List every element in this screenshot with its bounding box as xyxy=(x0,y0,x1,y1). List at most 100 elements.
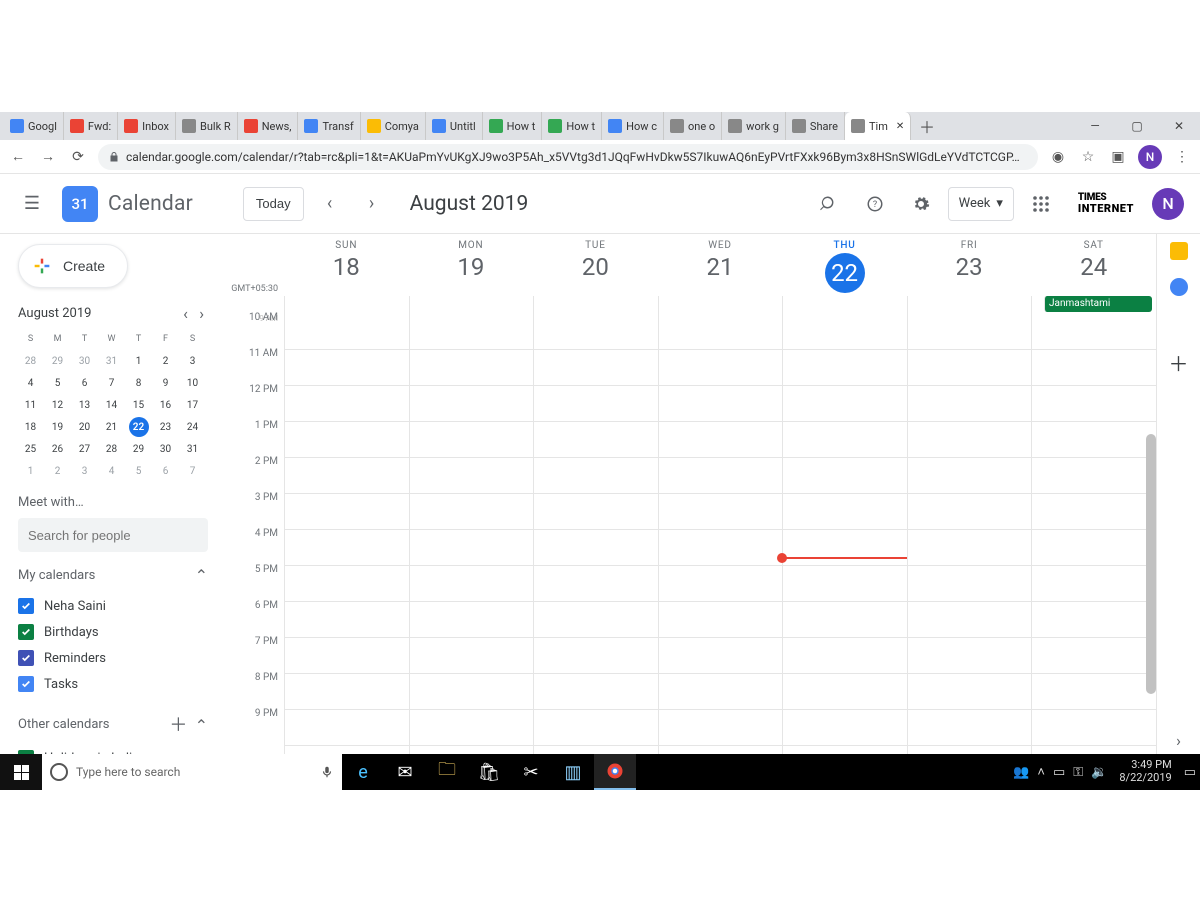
tray-battery-icon[interactable]: ▭ xyxy=(1053,765,1065,780)
tab-close-icon[interactable]: ✕ xyxy=(896,121,904,132)
next-period-button[interactable]: › xyxy=(356,188,388,220)
tray-people-icon[interactable]: 👥 xyxy=(1013,765,1029,780)
tray-volume-icon[interactable]: 🔉 xyxy=(1091,765,1107,780)
browser-tab[interactable]: How t xyxy=(542,112,602,140)
start-button[interactable] xyxy=(0,754,42,790)
mini-day-cell[interactable]: 3 xyxy=(183,351,203,371)
window-maximize-button[interactable]: ▢ xyxy=(1116,112,1158,140)
mini-day-cell[interactable]: 9 xyxy=(156,373,176,393)
browser-tab[interactable]: Bulk R xyxy=(176,112,238,140)
mini-day-cell[interactable]: 19 xyxy=(48,417,68,437)
mini-day-cell[interactable]: 7 xyxy=(102,373,122,393)
browser-tab[interactable]: News, xyxy=(238,112,299,140)
mini-day-cell[interactable]: 17 xyxy=(183,395,203,415)
mini-day-cell[interactable]: 29 xyxy=(48,351,68,371)
mini-day-cell[interactable]: 29 xyxy=(129,439,149,459)
mini-day-cell[interactable]: 20 xyxy=(75,417,95,437)
keep-icon[interactable] xyxy=(1170,242,1188,260)
search-icon[interactable] xyxy=(810,185,848,223)
mini-day-cell[interactable]: 2 xyxy=(156,351,176,371)
calendar-checkbox[interactable] xyxy=(18,624,34,640)
browser-tab[interactable]: Share xyxy=(786,112,845,140)
tray-notifications-icon[interactable]: ▭ xyxy=(1184,765,1196,780)
mini-day-cell[interactable]: 26 xyxy=(48,439,68,459)
day-header[interactable]: SAT24 xyxy=(1031,234,1156,296)
mini-day-cell[interactable]: 6 xyxy=(75,373,95,393)
calendar-checkbox[interactable] xyxy=(18,598,34,614)
day-header[interactable]: WED21 xyxy=(658,234,783,296)
mini-day-cell[interactable]: 28 xyxy=(21,351,41,371)
day-header[interactable]: TUE20 xyxy=(533,234,658,296)
mini-prev-month-button[interactable]: ‹ xyxy=(179,304,192,323)
my-calendars-collapse-button[interactable]: ⌃ xyxy=(195,566,208,585)
view-selector[interactable]: Week ▾ xyxy=(948,187,1014,221)
browser-url-field[interactable]: calendar.google.com/calendar/r?tab=rc&pl… xyxy=(98,144,1038,170)
scrollbar[interactable] xyxy=(1146,434,1156,694)
mini-day-cell[interactable]: 12 xyxy=(48,395,68,415)
mini-day-cell[interactable]: 11 xyxy=(21,395,41,415)
browser-tab[interactable]: How t xyxy=(483,112,543,140)
addons-plus-button[interactable]: ＋ xyxy=(1169,352,1189,372)
grid-body[interactable] xyxy=(284,314,1156,754)
search-people-input[interactable] xyxy=(18,518,208,552)
calendar-checkbox[interactable] xyxy=(18,676,34,692)
browser-tab[interactable]: Comya xyxy=(361,112,426,140)
mini-day-cell[interactable]: 31 xyxy=(102,351,122,371)
window-close-button[interactable]: ✕ xyxy=(1158,112,1200,140)
calendar-list-item[interactable]: Holidays in India xyxy=(18,745,208,754)
mini-day-cell[interactable]: 24 xyxy=(183,417,203,437)
mini-next-month-button[interactable]: › xyxy=(195,304,208,323)
mini-day-cell[interactable]: 30 xyxy=(75,351,95,371)
taskbar-store-icon[interactable]: 🛍 xyxy=(468,754,510,790)
settings-gear-icon[interactable] xyxy=(902,185,940,223)
mic-icon[interactable] xyxy=(320,765,334,779)
day-header[interactable]: THU22 xyxy=(782,234,907,296)
mini-day-cell[interactable]: 4 xyxy=(21,373,41,393)
day-header[interactable]: SUN18 xyxy=(284,234,409,296)
tray-clock[interactable]: 3:49 PM 8/22/2019 xyxy=(1115,759,1175,784)
browser-tab[interactable]: How c xyxy=(602,112,664,140)
account-avatar[interactable]: N xyxy=(1152,188,1184,220)
mini-day-cell[interactable]: 8 xyxy=(129,373,149,393)
side-panel-toggle[interactable]: › xyxy=(1176,731,1181,750)
mini-day-cell[interactable]: 6 xyxy=(156,461,176,481)
browser-tab[interactable]: Inbox xyxy=(118,112,176,140)
prev-period-button[interactable]: ‹ xyxy=(314,188,346,220)
mini-day-cell[interactable]: 27 xyxy=(75,439,95,459)
google-apps-icon[interactable] xyxy=(1022,185,1060,223)
day-header[interactable]: MON19 xyxy=(409,234,534,296)
calendar-list-item[interactable]: Birthdays xyxy=(18,619,208,645)
mini-day-cell[interactable]: 1 xyxy=(21,461,41,481)
mini-day-cell[interactable]: 1 xyxy=(129,351,149,371)
browser-eye-icon[interactable]: ◉ xyxy=(1048,147,1068,167)
calendar-list-item[interactable]: Reminders xyxy=(18,645,208,671)
mini-day-cell[interactable]: 28 xyxy=(102,439,122,459)
browser-tab[interactable]: work g xyxy=(722,112,786,140)
mini-day-cell[interactable]: 4 xyxy=(102,461,122,481)
mini-day-cell[interactable]: 30 xyxy=(156,439,176,459)
mini-day-cell[interactable]: 3 xyxy=(75,461,95,481)
taskbar-search-input[interactable]: Type here to search xyxy=(42,754,342,790)
new-tab-button[interactable]: ＋ xyxy=(911,112,943,140)
browser-back-button[interactable]: ← xyxy=(8,147,28,167)
taskbar-notepad-icon[interactable]: ▥ xyxy=(552,754,594,790)
create-button[interactable]: Create xyxy=(18,244,128,288)
browser-tab[interactable]: Untitl xyxy=(426,112,483,140)
day-header[interactable]: FRI23 xyxy=(907,234,1032,296)
other-calendars-collapse-button[interactable]: ⌃ xyxy=(195,716,208,735)
mini-day-cell[interactable]: 23 xyxy=(156,417,176,437)
window-minimize-button[interactable]: — xyxy=(1074,112,1116,140)
browser-star-icon[interactable]: ☆ xyxy=(1078,147,1098,167)
browser-reload-button[interactable]: ⟳ xyxy=(68,147,88,167)
mini-day-cell[interactable]: 15 xyxy=(129,395,149,415)
browser-forward-button[interactable]: → xyxy=(38,147,58,167)
mini-day-cell[interactable]: 22 xyxy=(129,417,149,437)
today-button[interactable]: Today xyxy=(243,187,304,221)
taskbar-edge-icon[interactable]: e xyxy=(342,754,384,790)
browser-menu-icon[interactable]: ⋮ xyxy=(1172,147,1192,167)
mini-day-cell[interactable]: 5 xyxy=(129,461,149,481)
browser-extension-icon[interactable]: ▣ xyxy=(1108,147,1128,167)
browser-tab[interactable]: Transf xyxy=(298,112,360,140)
calendar-list-item[interactable]: Tasks xyxy=(18,671,208,697)
browser-tab[interactable]: Googl xyxy=(4,112,64,140)
